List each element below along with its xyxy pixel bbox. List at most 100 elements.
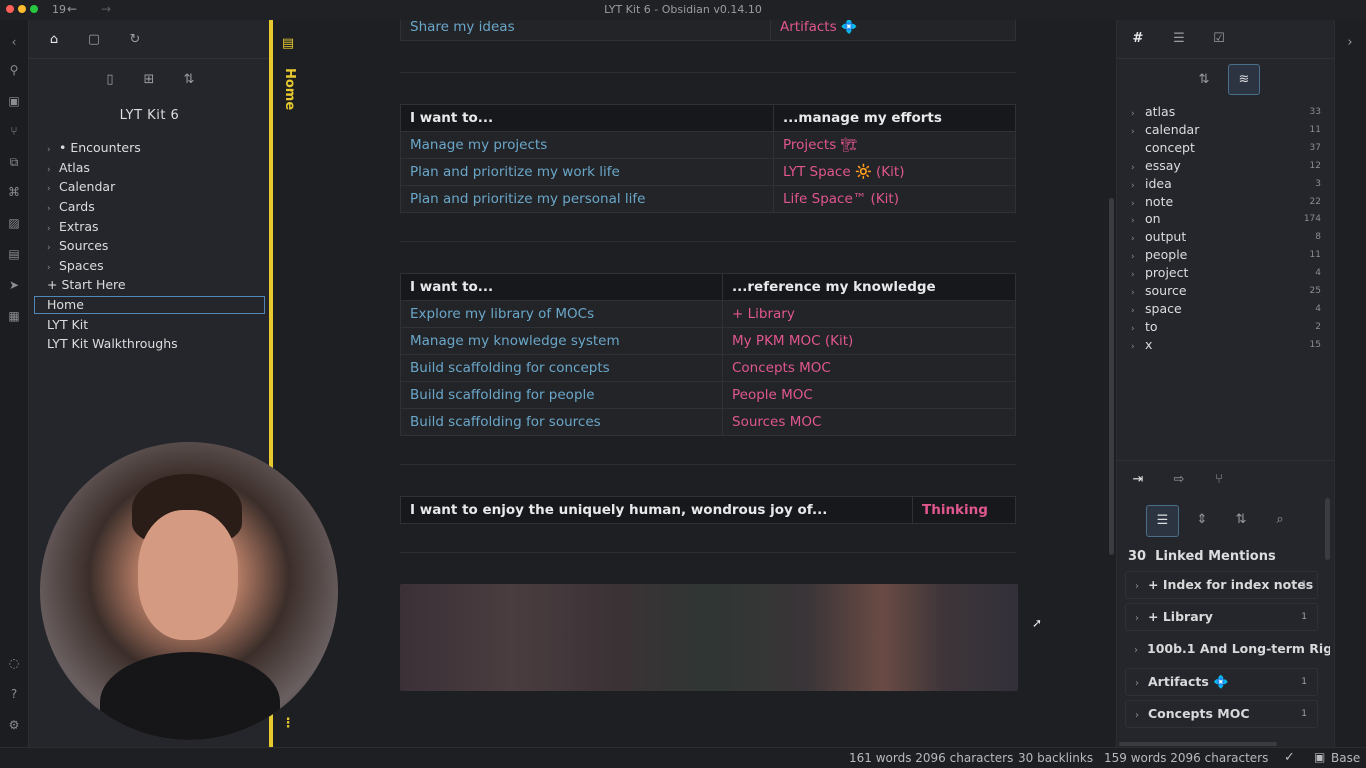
column-header: I want to... [400,273,723,301]
graph-view-icon[interactable]: ⑂ [6,123,22,139]
search-file-icon[interactable]: ▣ [6,93,22,109]
tag-item[interactable]: › people 11 [1131,246,1323,264]
backlink-item[interactable]: › Artifacts 💠 1 [1125,667,1318,696]
link-cell[interactable]: Manage my knowledge system [400,327,723,355]
tag-item[interactable]: › space 4 [1131,300,1323,318]
tag-item[interactable]: › output 8 [1131,228,1323,246]
tag-item[interactable]: › to 2 [1131,318,1323,336]
tag-item[interactable]: › calendar 11 [1131,121,1323,139]
tab-home[interactable]: Home [282,68,297,110]
tree-item[interactable]: › Sources [47,237,108,255]
tree-item[interactable]: › Extras [47,218,99,236]
backlinks-scrollbar[interactable] [1325,498,1330,560]
table-row: Manage my projects Projects 🏗 [400,131,1016,159]
internal-link-cell[interactable]: My PKM MOC (Kit) [722,327,1016,355]
backlink-item[interactable]: › Concepts MOC 1 [1125,700,1318,729]
tree-item[interactable]: › Spaces [47,257,104,275]
link-cell[interactable]: Plan and prioritize my personal life [400,185,774,213]
editor-scrollbar[interactable] [1109,198,1114,555]
sync-check-icon[interactable]: ✓ [1284,750,1295,765]
tag-count: 3 [1315,178,1321,189]
tag-name: atlas [1145,104,1176,119]
table-row: Build scaffolding for sources Sources MOC [400,408,1016,436]
backlink-item[interactable]: › + Index for index notes 1 [1125,571,1318,599]
internal-link-cell[interactable]: People MOC [722,381,1016,409]
status-theme[interactable]: Base [1331,751,1360,765]
link-thinking[interactable]: Thinking [912,496,1016,524]
link-cell[interactable]: Manage my projects [400,131,774,159]
link-share-ideas[interactable]: Share my ideas [400,20,771,41]
backlink-item[interactable]: › + Library 1 [1125,603,1318,632]
internal-link-cell[interactable]: + Library [722,300,1016,328]
tree-item[interactable]: › Calendar [47,178,115,196]
linked-mentions-heading: 30 Linked Mentions [1128,549,1276,564]
tree-item[interactable]: › Atlas [47,159,90,177]
link-cell[interactable]: Build scaffolding for sources [400,408,723,436]
tree-item[interactable]: LYT Kit Walkthroughs [47,335,178,353]
image-icon[interactable]: ▨ [6,215,22,231]
link-cell[interactable]: Explore my library of MOCs [400,300,723,328]
command-palette-icon[interactable]: ⌘ [6,184,22,200]
list-view-icon[interactable]: ☰ [1146,505,1179,537]
backlink-item[interactable]: › 100b.1 And Long-term Rigidi [1125,636,1330,664]
internal-link-cell[interactable]: LYT Space 🔆 (Kit) [773,158,1016,186]
backlinks-icon[interactable]: ⇥ [1129,471,1147,489]
internal-link-cell[interactable]: Concepts MOC [722,354,1016,382]
divider [400,72,1016,73]
link-cell[interactable]: Build scaffolding for people [400,381,723,409]
open-vault-icon[interactable]: ◌ [6,655,22,671]
tree-item[interactable]: LYT Kit [47,316,88,334]
tree-item[interactable]: › • Encounters [47,139,141,157]
file-explorer-icon[interactable]: ▢ [85,31,103,49]
link-cell[interactable]: Build scaffolding for concepts [400,354,723,382]
link-artifacts[interactable]: Artifacts 💠 [770,20,1016,41]
settings-gear-icon[interactable]: ⚙ [6,717,22,733]
local-graph-icon[interactable]: ⑂ [1210,471,1228,489]
internal-link-cell[interactable]: Sources MOC [722,408,1016,436]
quick-switcher-icon[interactable]: ⚲ [6,62,22,78]
search-icon[interactable]: ⌕ [1271,511,1289,529]
tag-item[interactable]: › essay 12 [1131,157,1323,175]
internal-link-cell[interactable]: Projects 🏗 [773,131,1016,159]
tree-item[interactable]: › Cards [47,198,95,216]
ideas-table: Share my ideas Artifacts 💠 [400,20,1016,41]
tag-item[interactable]: concept 37 [1131,139,1323,157]
workspace-icon[interactable]: ▤ [6,246,22,262]
more-options-icon[interactable]: ⋮ [279,715,297,733]
home-icon[interactable]: ⌂ [45,31,63,49]
link-cell[interactable]: Plan and prioritize my work life [400,158,774,186]
tag-item[interactable]: › source 25 [1131,282,1323,300]
nested-tags-toggle-icon[interactable]: ≋ [1228,64,1260,95]
tag-item[interactable]: › project 4 [1131,264,1323,282]
templates-icon[interactable]: ⧉ [6,154,22,170]
tag-item[interactable]: › note 22 [1131,193,1323,211]
status-backlinks[interactable]: 30 backlinks [1018,751,1093,765]
theme-switch-icon[interactable]: ▣ [1314,750,1325,764]
publish-icon[interactable]: ➤ [6,277,22,293]
sort-icon[interactable]: ⇅ [180,71,198,89]
internal-link-cell[interactable]: Life Space™ (Kit) [773,185,1016,213]
collapse-results-icon[interactable]: ⇕ [1193,511,1211,529]
tree-item[interactable]: + Start Here [47,276,126,294]
help-icon[interactable]: ? [6,686,22,702]
outgoing-links-icon[interactable]: ⇨ [1170,471,1188,489]
tag-pane-hash-icon[interactable]: # [1129,30,1147,48]
calendar-check-icon[interactable]: ☑ [1210,30,1228,48]
horizontal-scrollbar[interactable] [1119,742,1277,746]
sort-tags-icon[interactable]: ⇅ [1195,71,1213,89]
outline-icon[interactable]: ☰ [1170,30,1188,48]
collapse-right-icon[interactable]: › [1342,34,1358,52]
tag-item[interactable]: › x 15 [1131,336,1323,354]
new-folder-icon[interactable]: ⊞ [140,71,158,89]
tree-item[interactable]: Home [34,296,265,314]
calendar-icon[interactable]: ▦ [6,308,22,324]
chevron-right-icon: › [1131,341,1135,352]
tag-item[interactable]: › on 174 [1131,210,1323,228]
document-icon[interactable]: ▤ [279,35,297,53]
new-note-icon[interactable]: ▯ [101,71,119,89]
tag-item[interactable]: › idea 3 [1131,175,1323,193]
tag-item[interactable]: › atlas 33 [1131,103,1323,121]
recent-files-icon[interactable]: ↻ [126,31,144,49]
collapse-left-icon[interactable]: ‹ [6,34,22,50]
sort-backlinks-icon[interactable]: ⇅ [1232,511,1250,529]
